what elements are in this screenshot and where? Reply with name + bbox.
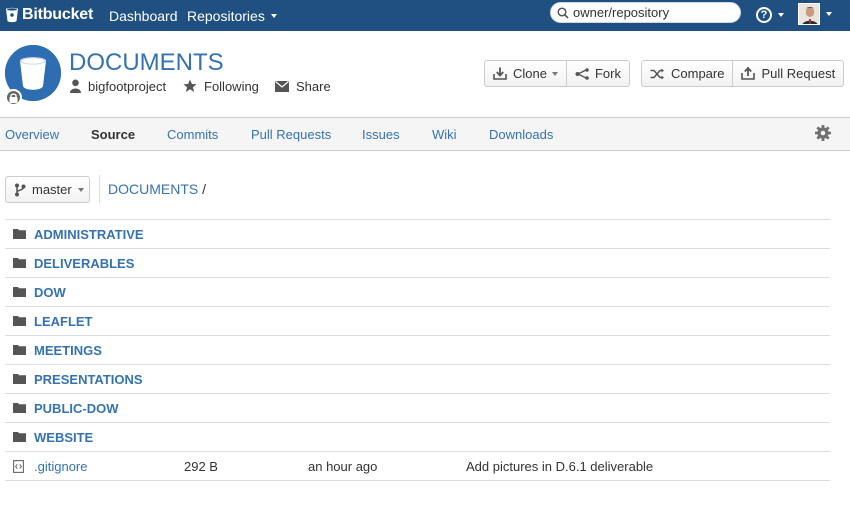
following-toggle[interactable]: Following (183, 77, 259, 95)
envelope-icon (275, 80, 289, 92)
help-menu[interactable]: ? (756, 4, 784, 26)
file-size: 292 B (184, 459, 218, 474)
list-item[interactable]: DELIVERABLES (5, 249, 830, 278)
file-name-link[interactable]: WEBSITE (34, 430, 93, 445)
commit-message[interactable]: Add pictures in D.6.1 deliverable (466, 459, 653, 474)
share-label: Share (296, 78, 331, 94)
bucket-logo-icon (6, 7, 18, 23)
top-nav-bar: Bitbucket Dashboard Repositories ? (0, 0, 850, 31)
fork-icon (575, 67, 589, 80)
breadcrumb: DOCUMENTS / (108, 181, 206, 197)
folder-icon (13, 345, 26, 355)
repo-owner[interactable]: bigfootproject (70, 77, 166, 95)
tab-pull-requests[interactable]: Pull Requests (251, 118, 331, 150)
tab-downloads[interactable]: Downloads (489, 118, 553, 150)
compare-icon (650, 68, 664, 79)
tab-label: Downloads (489, 126, 554, 142)
user-icon (70, 79, 81, 93)
folder-icon (13, 287, 26, 297)
branch-selector[interactable]: master (5, 176, 90, 203)
gear-icon[interactable] (815, 125, 831, 141)
compare-label: Compare (671, 66, 725, 81)
download-icon (493, 67, 507, 80)
nav-dashboard[interactable]: Dashboard (109, 0, 178, 31)
private-lock-icon (5, 89, 22, 106)
folder-icon (13, 403, 26, 413)
pull-request-button[interactable]: Pull Request (733, 61, 843, 86)
tab-label: Wiki (432, 126, 457, 142)
clone-label: Clone (513, 66, 547, 81)
file-list: ADMINISTRATIVE DELIVERABLES DOW LEAFLET … (5, 219, 830, 481)
tab-label: Commits (167, 126, 219, 142)
search-box[interactable] (550, 2, 741, 23)
compare-pr-group: Compare Pull Request (641, 60, 845, 87)
star-icon (183, 79, 197, 92)
breadcrumb-root-link[interactable]: DOCUMENTS (108, 181, 198, 197)
tab-commits[interactable]: Commits (167, 118, 218, 150)
folder-icon (13, 432, 26, 442)
chevron-down-icon (826, 12, 832, 16)
search-input[interactable] (573, 5, 733, 20)
list-item[interactable]: .gitignore 292 B an hour ago Add picture… (5, 452, 830, 481)
following-label: Following (204, 78, 259, 94)
compare-button[interactable]: Compare (642, 61, 734, 86)
file-code-icon (13, 460, 24, 473)
fork-button[interactable]: Fork (567, 61, 629, 86)
file-timestamp: an hour ago (308, 459, 378, 474)
tab-wiki[interactable]: Wiki (432, 118, 457, 150)
folder-icon (13, 258, 26, 268)
branch-icon (15, 183, 26, 196)
list-item[interactable]: WEBSITE (5, 423, 830, 452)
upload-icon (741, 67, 756, 80)
clone-fork-group: Clone Fork (484, 60, 630, 87)
folder-icon (13, 229, 26, 239)
list-item[interactable]: LEAFLET (5, 307, 830, 336)
tab-label: Source (91, 126, 136, 142)
folder-icon (13, 316, 26, 326)
folder-icon (13, 374, 26, 384)
file-name-link[interactable]: LEAFLET (34, 314, 93, 329)
fork-label: Fork (594, 66, 621, 81)
tab-issues[interactable]: Issues (362, 118, 400, 150)
pull-request-label: Pull Request (761, 66, 836, 81)
list-item[interactable]: PRESENTATIONS (5, 365, 830, 394)
tab-label: Overview (5, 126, 60, 142)
file-name-link[interactable]: PRESENTATIONS (34, 372, 143, 387)
breadcrumb-separator: / (202, 181, 207, 197)
file-name-link[interactable]: DOW (34, 285, 66, 300)
logo-text: Bitbucket (22, 6, 94, 23)
help-icon: ? (756, 7, 772, 23)
chevron-down-icon (778, 13, 784, 17)
tab-label: Pull Requests (251, 126, 332, 142)
bitbucket-logo[interactable]: Bitbucket (5, 4, 93, 26)
repo-title[interactable]: DOCUMENTS (69, 49, 224, 77)
chevron-down-icon (77, 187, 84, 192)
file-name-link[interactable]: .gitignore (34, 459, 87, 474)
file-name-link[interactable]: DELIVERABLES (34, 256, 134, 271)
tab-overview[interactable]: Overview (5, 118, 59, 150)
repo-tabs: Overview Source Commits Pull Requests Is… (0, 117, 850, 151)
nav-repositories-label: Repositories (187, 7, 265, 24)
nav-repositories[interactable]: Repositories (187, 0, 277, 31)
branch-name: master (32, 182, 72, 197)
tab-source[interactable]: Source (91, 118, 135, 150)
list-item[interactable]: DOW (5, 278, 830, 307)
file-name-link[interactable]: ADMINISTRATIVE (34, 227, 144, 242)
user-menu[interactable] (798, 2, 832, 26)
list-item[interactable]: PUBLIC-DOW (5, 394, 830, 423)
list-item[interactable]: MEETINGS (5, 336, 830, 365)
avatar (798, 3, 820, 25)
list-item[interactable]: ADMINISTRATIVE (5, 220, 830, 249)
file-name-link[interactable]: PUBLIC-DOW (34, 401, 119, 416)
chevron-down-icon (551, 71, 558, 76)
owner-label: bigfootproject (88, 78, 167, 94)
divider (99, 175, 100, 203)
tab-label: Issues (362, 126, 400, 142)
search-icon (557, 6, 569, 19)
file-name-link[interactable]: MEETINGS (34, 343, 102, 358)
chevron-down-icon (270, 13, 277, 18)
clone-button[interactable]: Clone (485, 61, 567, 86)
nav-dashboard-label: Dashboard (109, 7, 178, 24)
share-link[interactable]: Share (275, 77, 331, 95)
